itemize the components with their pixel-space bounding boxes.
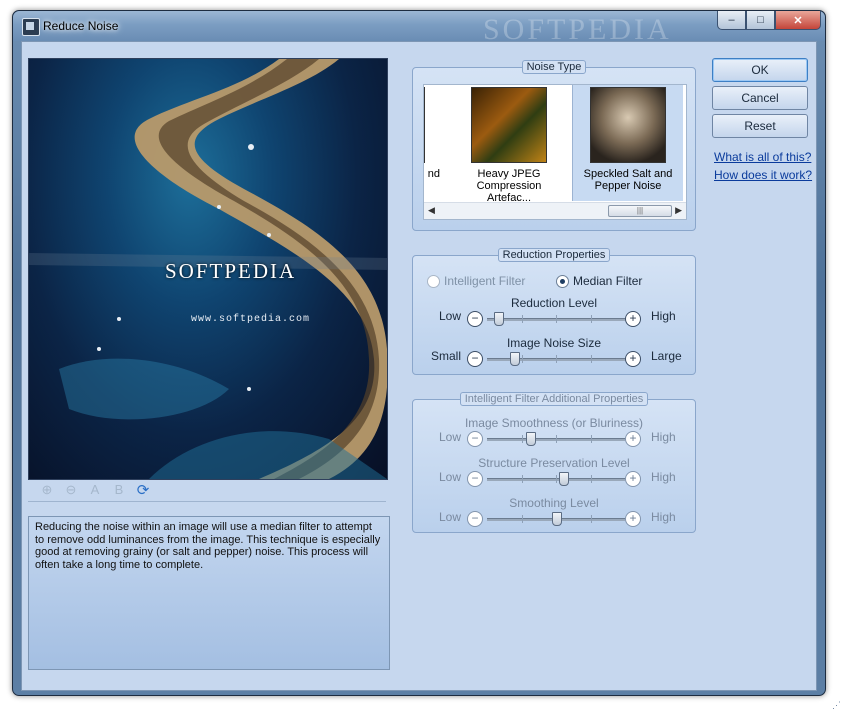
slider-tick <box>521 515 523 523</box>
reduction-level-low: Low <box>439 309 462 323</box>
jpeg-noise-thumbnail <box>471 87 547 163</box>
minus-button[interactable]: − <box>467 511 483 527</box>
intelligent-filter-group: Intelligent Filter Additional Properties… <box>412 392 696 533</box>
smoothing-level-low: Low <box>439 510 462 524</box>
minus-button[interactable]: − <box>467 431 483 447</box>
slider-tick <box>590 315 592 323</box>
slider-tick <box>590 515 592 523</box>
horizontal-scrollbar[interactable]: ◀ ||| ▶ <box>424 202 686 219</box>
noise-type-list[interactable]: nd Heavy JPEG Compression Artefac... Spe… <box>423 84 687 220</box>
slider-thumb[interactable] <box>558 472 569 486</box>
intelligent-filter-title: Intelligent Filter Additional Properties <box>459 392 649 406</box>
reset-button[interactable]: Reset <box>712 114 808 138</box>
plus-button[interactable]: + <box>625 311 641 327</box>
slider-thumb[interactable] <box>493 312 504 326</box>
structure-preservation-slider[interactable]: − + <box>467 471 641 487</box>
radio-label: Median Filter <box>573 274 643 288</box>
scroll-thumb[interactable]: ||| <box>608 205 672 217</box>
refresh-icon[interactable]: ⟳ <box>134 481 152 499</box>
noise-type-label: nd <box>427 168 440 180</box>
noise-type-item[interactable]: nd <box>424 85 442 201</box>
intelligent-filter-radio[interactable]: Intelligent Filter <box>427 274 525 288</box>
noise-type-label: Heavy JPEG Compression Artefac... <box>476 168 542 204</box>
preview-watermark-text: SOFTPEDIA <box>165 259 297 283</box>
image-noise-size-high: Large <box>651 349 682 363</box>
noise-type-item-jpeg[interactable]: Heavy JPEG Compression Artefac... <box>454 85 564 204</box>
slider-tick <box>556 315 557 323</box>
resize-grip-icon[interactable]: ⋰ <box>832 700 841 711</box>
image-noise-size-slider[interactable]: − + <box>467 351 641 367</box>
cancel-button[interactable]: Cancel <box>712 86 808 110</box>
minus-button[interactable]: − <box>467 471 483 487</box>
smoothing-level-label: Smoothing Level <box>509 496 599 510</box>
reduction-properties-group: Reduction Properties Intelligent Filter … <box>412 248 696 375</box>
minus-button[interactable]: − <box>467 351 483 367</box>
zoom-out-icon[interactable]: ⊖ <box>62 481 80 499</box>
reduction-level-high: High <box>651 309 676 323</box>
median-filter-radio[interactable]: Median Filter <box>556 274 642 288</box>
smoothing-level-slider[interactable]: − + <box>467 511 641 527</box>
slider-tick <box>521 315 523 323</box>
structure-preservation-label: Structure Preservation Level <box>478 456 630 470</box>
title-bar[interactable]: Reduce Noise SOFTPEDIA – □ ✕ <box>13 11 825 46</box>
slider-tick <box>521 435 523 443</box>
minus-button[interactable]: − <box>467 311 483 327</box>
slider-tick <box>521 475 523 483</box>
slider-tick <box>556 355 557 363</box>
minimize-button[interactable]: – <box>717 11 746 30</box>
image-noise-size-label: Image Noise Size <box>506 336 602 350</box>
image-smoothness-slider[interactable]: − + <box>467 431 641 447</box>
noise-type-item-salt-pepper[interactable]: Speckled Salt and Pepper Noise <box>572 85 683 201</box>
view-a-icon[interactable]: A <box>86 481 104 499</box>
preview-watermark-url: www.softpedia.com <box>191 314 311 325</box>
maximize-button[interactable]: □ <box>746 11 775 30</box>
preview-toolbar: ⊕ ⊖ A B ⟳ <box>28 478 386 502</box>
plus-button[interactable]: + <box>625 511 641 527</box>
radio-dot <box>556 274 569 288</box>
structure-preservation-high: High <box>651 470 676 484</box>
app-icon <box>22 18 40 36</box>
plus-button[interactable]: + <box>625 431 641 447</box>
plus-button[interactable]: + <box>625 351 641 367</box>
scroll-right-icon[interactable]: ▶ <box>675 205 682 216</box>
slider-tick <box>556 435 557 443</box>
slider-tick <box>556 475 557 483</box>
slider-tick <box>590 355 592 363</box>
close-button[interactable]: ✕ <box>775 11 821 30</box>
how-does-it-work-link[interactable]: How does it work? <box>714 168 812 182</box>
what-is-this-link[interactable]: What is all of this? <box>714 150 811 164</box>
window-title: Reduce Noise <box>43 19 119 33</box>
noise-type-title: Noise Type <box>521 60 587 74</box>
description-text: Reducing the noise within an image will … <box>28 516 390 670</box>
plus-button[interactable]: + <box>625 471 641 487</box>
view-b-icon[interactable]: B <box>110 481 128 499</box>
image-smoothness-label: Image Smoothness (or Bluriness) <box>464 416 644 430</box>
ok-button[interactable]: OK <box>712 58 808 82</box>
slider-tick <box>590 435 592 443</box>
image-smoothness-high: High <box>651 430 676 444</box>
radio-label: Intelligent Filter <box>444 274 526 288</box>
image-noise-size-low: Small <box>431 349 462 363</box>
slider-tick <box>590 475 592 483</box>
zoom-in-icon[interactable]: ⊕ <box>38 481 56 499</box>
slider-thumb[interactable] <box>552 512 562 526</box>
radio-dot <box>427 274 440 288</box>
scroll-left-icon[interactable]: ◀ <box>428 205 435 216</box>
reduction-level-label: Reduction Level <box>510 296 598 310</box>
smoothing-level-high: High <box>651 510 676 524</box>
slider-thumb[interactable] <box>526 432 536 446</box>
noise-type-label: Speckled Salt and Pepper Noise <box>583 168 673 192</box>
image-smoothness-low: Low <box>439 430 462 444</box>
reduction-level-slider[interactable]: − + <box>467 311 641 327</box>
slider-thumb[interactable] <box>510 352 521 366</box>
salt-pepper-thumbnail <box>590 87 666 163</box>
preview-image[interactable]: SOFTPEDIA www.softpedia.com <box>28 58 388 480</box>
noise-thumbnail <box>424 87 425 163</box>
reduction-properties-title: Reduction Properties <box>497 248 611 262</box>
slider-tick <box>521 355 523 363</box>
structure-preservation-low: Low <box>439 470 462 484</box>
noise-type-group: Noise Type nd Heavy JPEG Compression Art… <box>412 60 696 231</box>
